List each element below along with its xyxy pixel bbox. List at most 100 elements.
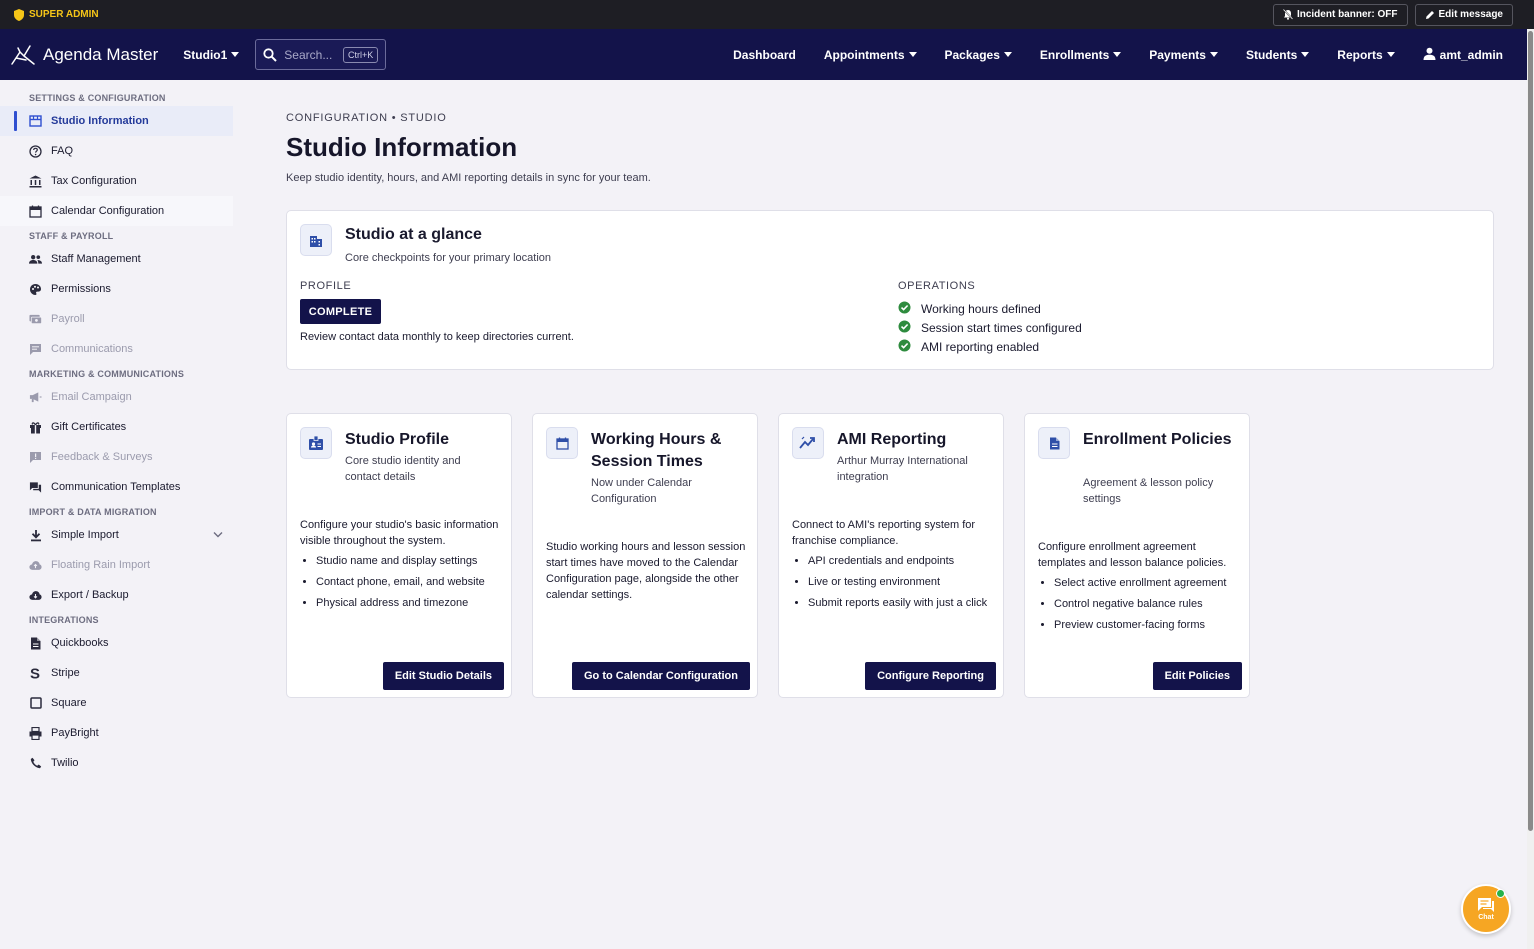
caret-down-icon bbox=[1113, 52, 1122, 57]
nav-dashboard-label: Dashboard bbox=[733, 47, 796, 62]
chat-bubble-icon bbox=[1478, 898, 1494, 912]
download-icon bbox=[29, 529, 42, 542]
card-title: Working Hours & Session Times bbox=[591, 431, 722, 470]
nav-appointments-label: Appointments bbox=[823, 47, 905, 62]
operations-item-label: Session start times configured bbox=[921, 320, 1082, 335]
sidebar-item-gift-certificates[interactable]: Gift Certificates bbox=[0, 412, 233, 442]
chevron-down-icon[interactable] bbox=[213, 529, 223, 541]
megaphone-icon bbox=[29, 391, 42, 404]
sidebar-item-calendar-configuration[interactable]: Calendar Configuration bbox=[0, 196, 233, 226]
sidebar-item-label: Feedback & Surveys bbox=[51, 451, 153, 463]
sidebar-item-floating-rain-import[interactable]: Floating Rain Import bbox=[0, 550, 233, 580]
nav-reports[interactable]: Reports bbox=[1323, 48, 1408, 62]
page-title: Studio Information bbox=[286, 132, 518, 162]
sidebar-item-twilio[interactable]: Twilio bbox=[0, 748, 233, 778]
sidebar-item-feedback-surveys[interactable]: Feedback & Surveys bbox=[0, 442, 233, 472]
caret-down-icon bbox=[1209, 52, 1218, 57]
palette-icon bbox=[29, 283, 42, 296]
calendar-icon bbox=[29, 205, 42, 218]
caret-down-icon bbox=[1301, 52, 1310, 57]
check-circle-icon bbox=[898, 301, 911, 317]
sidebar-item-staff-management[interactable]: Staff Management bbox=[0, 244, 233, 274]
card-icon-box bbox=[1038, 427, 1070, 459]
card-bullet: Select active enrollment agreement bbox=[1054, 575, 1243, 591]
sidebar-item-label: Floating Rain Import bbox=[51, 559, 151, 571]
brand-name: Agenda Master bbox=[43, 44, 159, 64]
sidebar-item-studio-information[interactable]: Studio Information bbox=[0, 106, 233, 136]
sidebar-item-email-campaign[interactable]: Email Campaign bbox=[0, 382, 233, 412]
search-placeholder: Search... bbox=[284, 47, 333, 62]
search-icon bbox=[263, 47, 278, 62]
operations-item-label: AMI reporting enabled bbox=[921, 339, 1040, 354]
sidebar-item-communications[interactable]: Communications bbox=[0, 334, 233, 364]
payments-icon bbox=[29, 313, 42, 326]
sidebar-item-quickbooks[interactable]: Quickbooks bbox=[0, 628, 233, 658]
nav-students[interactable]: Students bbox=[1232, 48, 1323, 62]
sidebar-item-label: Twilio bbox=[51, 757, 79, 769]
glance-icon-box bbox=[300, 224, 332, 256]
sidebar-item-square[interactable]: Square bbox=[0, 688, 233, 718]
sidebar-item-label: FAQ bbox=[51, 145, 74, 157]
check-circle-icon bbox=[898, 339, 911, 355]
studio-selector[interactable]: Studio1 bbox=[183, 48, 240, 62]
go-to-calendar-configuration-button[interactable]: Go to Calendar Configuration bbox=[572, 662, 750, 690]
page-scrollbar[interactable] bbox=[1527, 29, 1534, 949]
card-bullet: Studio name and display settings bbox=[316, 553, 505, 569]
edit-message-button[interactable]: Edit message bbox=[1414, 3, 1513, 26]
card-subtitle: Arthur Murray International integration bbox=[837, 455, 968, 483]
search-box[interactable]: Search... Ctrl+K bbox=[255, 39, 387, 70]
caret-down-icon bbox=[231, 52, 240, 57]
nav-packages[interactable]: Packages bbox=[931, 48, 1026, 62]
sidebar-item-label: Tax Configuration bbox=[51, 175, 137, 187]
sidebar-item-permissions[interactable]: Permissions bbox=[0, 274, 233, 304]
document-icon bbox=[1049, 437, 1060, 450]
card-description: Connect to AMI's reporting system for fr… bbox=[792, 517, 997, 616]
settings-sidebar: SETTINGS & CONFIGURATION Studio Informati… bbox=[0, 80, 240, 949]
configure-reporting-button[interactable]: Configure Reporting bbox=[865, 662, 996, 690]
card-body-text: Connect to AMI's reporting system for fr… bbox=[792, 519, 976, 547]
nav-dashboard[interactable]: Dashboard bbox=[719, 48, 810, 62]
stripe-s-icon: S bbox=[29, 666, 42, 680]
message-icon bbox=[29, 343, 42, 356]
operations-label: OPERATIONS bbox=[898, 280, 976, 292]
nav-students-label: Students bbox=[1245, 47, 1298, 62]
card-description: Studio working hours and lesson session … bbox=[546, 539, 751, 603]
check-circle-icon bbox=[898, 320, 911, 336]
breadcrumb: CONFIGURATION • STUDIO bbox=[286, 112, 447, 124]
sidebar-item-tax-configuration[interactable]: Tax Configuration bbox=[0, 166, 233, 196]
sidebar-item-stripe[interactable]: S Stripe bbox=[0, 658, 233, 688]
config-cards: Studio Profile Core studio identity and c… bbox=[286, 413, 1250, 698]
profile-status-badge: COMPLETE bbox=[300, 299, 381, 324]
sidebar-item-paybright[interactable]: PayBright bbox=[0, 718, 233, 748]
sidebar-section-title: INTEGRATIONS bbox=[29, 614, 99, 625]
sidebar-item-simple-import[interactable]: Simple Import bbox=[0, 520, 233, 550]
sidebar-item-faq[interactable]: FAQ bbox=[0, 136, 233, 166]
sidebar-item-payroll[interactable]: Payroll bbox=[0, 304, 233, 334]
sidebar-item-communication-templates[interactable]: Communication Templates bbox=[0, 472, 233, 502]
nav-payments[interactable]: Payments bbox=[1135, 48, 1232, 62]
sidebar-item-label: Square bbox=[51, 697, 87, 709]
scrollbar-thumb[interactable] bbox=[1528, 31, 1533, 831]
super-admin-bar: SUPER ADMIN Incident banner: OFF Edit me… bbox=[0, 0, 1534, 29]
printer-icon bbox=[29, 726, 42, 740]
chat-button[interactable]: Chat bbox=[1461, 884, 1511, 934]
incident-banner-button[interactable]: Incident banner: OFF bbox=[1272, 3, 1408, 26]
brand-logo[interactable]: Agenda Master bbox=[10, 44, 158, 66]
operations-item-label: Working hours defined bbox=[921, 301, 1041, 316]
sidebar-item-label: Email Campaign bbox=[51, 391, 132, 403]
sidebar-item-export-backup[interactable]: Export / Backup bbox=[0, 580, 233, 610]
nav-enrollments[interactable]: Enrollments bbox=[1026, 48, 1135, 62]
edit-studio-details-button[interactable]: Edit Studio Details bbox=[382, 662, 504, 690]
user-menu[interactable]: amt_admin bbox=[1409, 47, 1517, 63]
nav-appointments[interactable]: Appointments bbox=[810, 48, 931, 62]
card-bullet: Preview customer-facing forms bbox=[1054, 617, 1243, 633]
document-icon bbox=[29, 637, 42, 650]
edit-policies-button[interactable]: Edit Policies bbox=[1152, 662, 1242, 690]
operations-item: AMI reporting enabled bbox=[898, 337, 1082, 356]
gift-icon bbox=[29, 421, 42, 434]
sidebar-item-label: Permissions bbox=[51, 283, 111, 295]
card-ami-reporting: AMI Reporting Arthur Murray International… bbox=[778, 413, 1004, 698]
dancer-logo-icon bbox=[11, 44, 35, 65]
sidebar-item-label: Studio Information bbox=[51, 115, 149, 127]
nav-enrollments-label: Enrollments bbox=[1039, 47, 1110, 62]
